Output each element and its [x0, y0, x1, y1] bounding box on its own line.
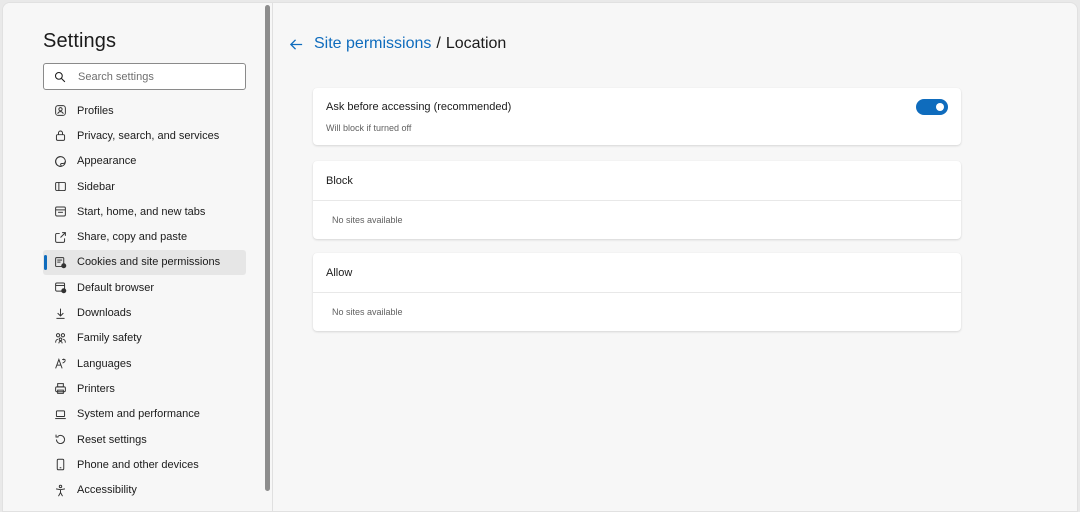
- sidebar-item-profiles[interactable]: Profiles: [43, 98, 246, 123]
- sidebar-item-appearance[interactable]: Appearance: [43, 149, 246, 174]
- sidebar-title: Settings: [43, 30, 117, 52]
- sidebar-nav: Profiles Privacy, search, and services A…: [43, 98, 246, 503]
- sidebar-item-label: Accessibility: [77, 484, 137, 497]
- sidebar-item-languages[interactable]: Languages: [43, 351, 246, 376]
- search-input[interactable]: [78, 70, 238, 83]
- sidebar-item-label: Start, home, and new tabs: [77, 205, 206, 218]
- profile-icon: [53, 104, 67, 118]
- sidebar-item-label: Share, copy and paste: [77, 231, 188, 244]
- block-empty-text: No sites available: [332, 215, 403, 225]
- sidebar-item-label: Default browser: [77, 281, 155, 294]
- appearance-icon: [53, 154, 67, 168]
- printer-icon: [53, 382, 67, 396]
- sidebar-item-sidebar[interactable]: Sidebar: [43, 174, 246, 199]
- back-arrow-icon: [289, 38, 302, 50]
- sidebar-item-label: System and performance: [77, 408, 200, 421]
- home-tabs-icon: [53, 205, 67, 219]
- sidebar-item-reset[interactable]: Reset settings: [43, 427, 246, 452]
- settings-window: Settings Profiles Privacy, search, and s…: [2, 2, 1078, 512]
- sidebar-item-label: Sidebar: [77, 180, 115, 193]
- sidebar-item-label: Family safety: [77, 332, 142, 345]
- block-section-title: Block: [326, 175, 353, 187]
- breadcrumb-site-permissions-link[interactable]: Site permissions: [314, 35, 431, 53]
- settings-sidebar: Settings Profiles Privacy, search, and s…: [3, 3, 271, 511]
- sidebar-item-label: Privacy, search, and services: [77, 129, 220, 142]
- sidebar-item-label: Languages: [77, 357, 132, 370]
- lock-icon: [53, 129, 67, 143]
- ask-before-accessing-toggle[interactable]: [916, 99, 948, 115]
- share-icon: [53, 230, 67, 244]
- reset-icon: [53, 433, 67, 447]
- allow-section-title: Allow: [326, 267, 353, 279]
- sidebar-scrollbar[interactable]: [265, 5, 270, 491]
- sidebar-item-label: Profiles: [77, 104, 114, 117]
- sidebar-item-default-browser[interactable]: Default browser: [43, 275, 246, 300]
- sidebar-item-label: Printers: [77, 382, 115, 395]
- cookies-icon: [53, 255, 67, 269]
- language-icon: [53, 357, 67, 371]
- page-title: Location: [445, 35, 507, 52]
- sidebar-item-label: Appearance: [77, 155, 137, 168]
- allow-section: Allow No sites available: [313, 253, 961, 331]
- sidebar-icon: [53, 180, 67, 194]
- breadcrumb: Site permissions / Location: [287, 35, 506, 53]
- sidebar-item-label: Reset settings: [77, 433, 147, 446]
- search-box[interactable]: [43, 63, 246, 90]
- sidebar-item-family-safety[interactable]: Family safety: [43, 326, 246, 351]
- sidebar-item-label: Downloads: [77, 307, 132, 320]
- ask-before-accessing-description: Will block if turned off: [326, 123, 412, 133]
- sidebar-item-privacy[interactable]: Privacy, search, and services: [43, 123, 246, 148]
- search-icon: [54, 71, 66, 82]
- sidebar-item-share[interactable]: Share, copy and paste: [43, 224, 246, 249]
- laptop-icon: [53, 407, 67, 421]
- sidebar-item-phone[interactable]: Phone and other devices: [43, 452, 246, 477]
- sidebar-item-label: Phone and other devices: [77, 458, 199, 471]
- sidebar-item-accessibility[interactable]: Accessibility: [43, 477, 246, 502]
- block-section: Block No sites available: [313, 161, 961, 239]
- main-content: Site permissions / Location Ask before a…: [273, 3, 1077, 511]
- sidebar-item-cookies[interactable]: Cookies and site permissions: [43, 249, 246, 276]
- sidebar-item-downloads[interactable]: Downloads: [43, 300, 246, 325]
- ask-before-accessing-label: Ask before accessing (recommended): [326, 101, 512, 113]
- section-divider: [313, 200, 961, 201]
- download-icon: [53, 306, 67, 320]
- sidebar-item-system[interactable]: System and performance: [43, 402, 246, 427]
- back-button[interactable]: [287, 35, 305, 53]
- ask-before-accessing-card: Ask before accessing (recommended) Will …: [313, 88, 961, 145]
- allow-empty-text: No sites available: [332, 307, 403, 317]
- breadcrumb-separator: /: [436, 35, 441, 52]
- sidebar-item-label: Cookies and site permissions: [77, 256, 221, 269]
- section-divider: [313, 292, 961, 293]
- family-icon: [53, 331, 67, 345]
- phone-icon: [53, 458, 67, 472]
- sidebar-item-start-home[interactable]: Start, home, and new tabs: [43, 199, 246, 224]
- browser-icon: [53, 281, 67, 295]
- accessibility-icon: [53, 483, 67, 497]
- sidebar-item-printers[interactable]: Printers: [43, 376, 246, 401]
